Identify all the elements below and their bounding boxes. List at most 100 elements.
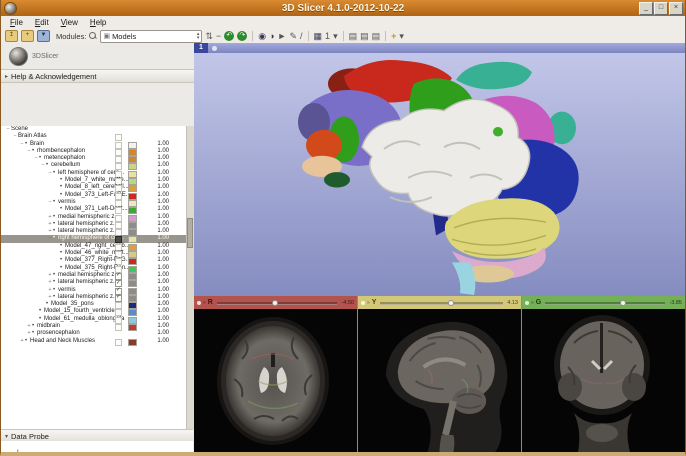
- tree-row-21[interactable]: +•lateral hemispheric z...1.00: [1, 279, 193, 286]
- green-slice-slider[interactable]: [545, 299, 665, 307]
- title-bar[interactable]: 3D Slicer 4.1.0-2012-10-22 _□×: [1, 0, 685, 16]
- crosshair-icon[interactable]: /: [300, 31, 303, 41]
- tree-row-3[interactable]: −•rhombencephalon1.00: [1, 148, 193, 155]
- tree-row-12[interactable]: +•medial hemispheric z...1.00: [1, 214, 193, 221]
- visibility-checkbox[interactable]: [115, 339, 122, 346]
- chevron-icon[interactable]: »: [531, 300, 534, 306]
- opacity-value[interactable]: 1.00: [143, 148, 169, 155]
- screen-capture-icon[interactable]: ◉: [258, 31, 266, 41]
- tree-row-1[interactable]: −Brain Atlas: [1, 133, 193, 140]
- opacity-value[interactable]: 1.00: [143, 155, 169, 162]
- red-slice-view[interactable]: [194, 309, 357, 452]
- tree-row-9[interactable]: •Model_373_Left-FaGE...1.00: [1, 192, 193, 199]
- opacity-value[interactable]: 1.00: [143, 184, 169, 191]
- opacity-value[interactable]: 1.00: [143, 199, 169, 206]
- opacity-value[interactable]: 1.00: [143, 308, 169, 315]
- module-selector[interactable]: ▣ Models ▴ ▾: [100, 30, 202, 43]
- maximize-button[interactable]: □: [654, 2, 668, 15]
- load-dicom-icon[interactable]: +: [21, 30, 34, 42]
- save-icon[interactable]: ▼: [37, 30, 50, 42]
- opacity-value[interactable]: 1.00: [143, 294, 169, 301]
- tree-row-28[interactable]: +•prosencephalon1.00: [1, 330, 193, 337]
- red-slice-toggle-icon[interactable]: ▤: [349, 31, 358, 41]
- opacity-value[interactable]: 1.00: [143, 141, 169, 148]
- opacity-value[interactable]: 1.00: [143, 316, 169, 323]
- color-swatch[interactable]: [128, 339, 137, 346]
- green-slice-header[interactable]: » G -3.85: [522, 296, 685, 309]
- tree-scrollbar[interactable]: [186, 126, 194, 429]
- chevron-down-icon-2[interactable]: ▾: [399, 31, 404, 41]
- yellow-slice-header[interactable]: » Y 4.13: [358, 296, 521, 309]
- threed-view-header[interactable]: 1: [194, 43, 685, 53]
- opacity-value[interactable]: 1.00: [143, 162, 169, 169]
- tree-row-2[interactable]: −•Brain1.00: [1, 141, 193, 148]
- slider-thumb[interactable]: [272, 300, 278, 306]
- layout-count-label[interactable]: 1: [325, 31, 330, 41]
- slider-track[interactable]: [380, 302, 503, 305]
- red-slice-slider[interactable]: [217, 299, 338, 307]
- chevron-icon[interactable]: »: [367, 300, 370, 306]
- tree-row-11[interactable]: •Model_371_Left-Dent...1.00: [1, 206, 193, 213]
- opacity-value[interactable]: 1.00: [143, 214, 169, 221]
- pin-icon[interactable]: [212, 46, 217, 51]
- minimize-button[interactable]: _: [639, 2, 653, 15]
- opacity-value[interactable]: 1.00: [143, 243, 169, 250]
- opacity-value[interactable]: 1.00: [143, 338, 169, 345]
- opacity-value[interactable]: 1.00: [143, 206, 169, 213]
- undo-icon[interactable]: ↶: [224, 31, 234, 41]
- yellow-slice-view[interactable]: [358, 309, 521, 452]
- tree-row-20[interactable]: +•medial hemispheric z...1.00: [1, 272, 193, 279]
- red-slice-header[interactable]: » R -4.50: [194, 296, 357, 309]
- scene-view-icon[interactable]: ◑: [269, 31, 274, 41]
- opacity-value[interactable]: 1.00: [143, 221, 169, 228]
- pin-icon[interactable]: [197, 301, 201, 305]
- slider-thumb[interactable]: [448, 300, 454, 306]
- opacity-value[interactable]: 1.00: [143, 287, 169, 294]
- opacity-value[interactable]: 1.00: [143, 235, 169, 242]
- tree-row-16[interactable]: •Model_47_right_cereb...1.00: [1, 243, 193, 250]
- opacity-value[interactable]: 1.00: [143, 170, 169, 177]
- green-slice-toggle-icon[interactable]: ▤: [372, 31, 381, 41]
- tree-row-14[interactable]: +•lateral hemispheric z...1.00: [1, 228, 193, 235]
- threed-view-badge[interactable]: 1: [194, 43, 208, 53]
- tree-row-18[interactable]: •Model_377_Right-FaG...1.00: [1, 257, 193, 264]
- menu-item-file[interactable]: File: [4, 18, 29, 27]
- tree-row-5[interactable]: −•cerebellum1.00: [1, 162, 193, 169]
- tree-scrollbar-thumb[interactable]: [187, 218, 193, 248]
- load-data-icon[interactable]: ↥: [5, 30, 18, 42]
- close-button[interactable]: ×: [669, 2, 683, 15]
- tree-row-15[interactable]: −•right hemisphere of cer...1.00: [1, 235, 193, 242]
- tree-row-10[interactable]: −•vermis1.00: [1, 199, 193, 206]
- tree-row-22[interactable]: +•vermis1.00: [1, 287, 193, 294]
- tree-row-7[interactable]: •Model_7_white_matte...1.00: [1, 177, 193, 184]
- layout-icon[interactable]: ▦: [314, 31, 323, 41]
- tree-row-13[interactable]: +•lateral hemispheric z...1.00: [1, 221, 193, 228]
- module-spinner[interactable]: ▴ ▾: [197, 32, 200, 40]
- slider-track[interactable]: [545, 302, 665, 305]
- mouse-interaction-icon[interactable]: ►: [278, 31, 287, 41]
- opacity-value[interactable]: 1.00: [143, 250, 169, 257]
- opacity-value[interactable]: 1.00: [143, 177, 169, 184]
- minus-icon[interactable]: −: [216, 31, 221, 41]
- menu-item-help[interactable]: Help: [84, 18, 112, 27]
- tree-row-26[interactable]: •Model_61_medulla_oblongata1.00: [1, 316, 193, 323]
- chevron-icon[interactable]: »: [203, 300, 206, 306]
- help-section-header[interactable]: ▸ Help & Acknowledgement: [1, 69, 194, 83]
- yellow-slice-slider[interactable]: [380, 299, 503, 307]
- opacity-value[interactable]: 1.00: [143, 272, 169, 279]
- yellow-slice-toggle-icon[interactable]: ▤: [360, 31, 369, 41]
- pin-icon[interactable]: [361, 301, 365, 305]
- opacity-value[interactable]: 1.00: [143, 257, 169, 264]
- extensions-icon[interactable]: +: [391, 31, 396, 41]
- tree-row-4[interactable]: −•metencephalon1.00: [1, 155, 193, 162]
- tree-row-25[interactable]: •Model_15_fourth_ventricle1.00: [1, 308, 193, 315]
- opacity-value[interactable]: 1.00: [143, 265, 169, 272]
- green-slice-view[interactable]: [522, 309, 685, 452]
- redo-icon[interactable]: ↷: [237, 31, 247, 41]
- tree-row-23[interactable]: +•lateral hemispheric z...1.00: [1, 294, 193, 301]
- menu-item-view[interactable]: View: [55, 18, 84, 27]
- tree-row-17[interactable]: •Model_46_white_matt...1.00: [1, 250, 193, 257]
- module-history-icon[interactable]: ⇅: [205, 31, 213, 41]
- tree-row-6[interactable]: −•left hemisphere of cere...1.00: [1, 170, 193, 177]
- pencil-icon[interactable]: ✎: [289, 31, 297, 41]
